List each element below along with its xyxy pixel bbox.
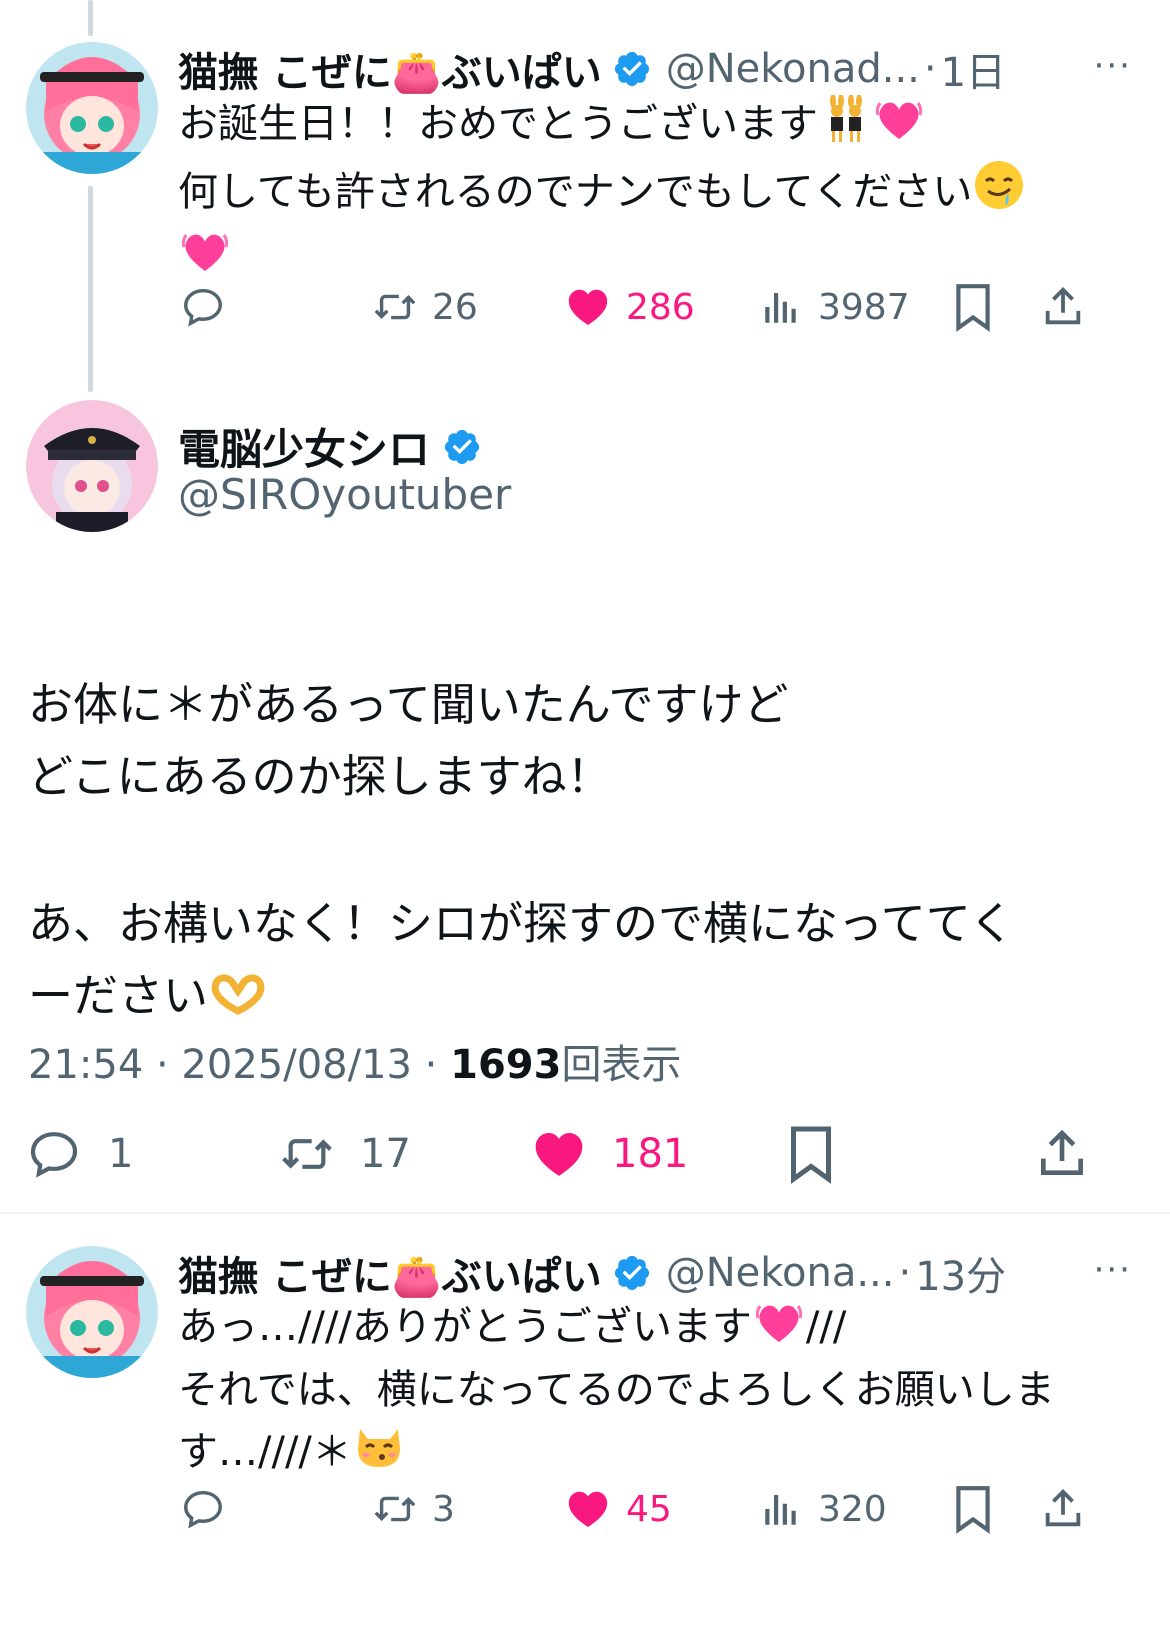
bookmark-icon xyxy=(956,1486,990,1534)
reply1-line2: 何しても許されるのでナンでもしてください xyxy=(178,169,973,215)
repost-icon xyxy=(374,1496,416,1522)
reply1-more-button[interactable]: ··· xyxy=(1094,46,1132,86)
bunny-dancers-emoji-icon xyxy=(818,94,872,159)
heart-filled-icon xyxy=(568,1491,608,1528)
reply1-handle[interactable]: @Nekonad... xyxy=(666,46,920,92)
heart-filled-icon xyxy=(568,289,608,326)
avatar-nekonade[interactable] xyxy=(26,42,158,174)
reply2-line2: それでは、横になってるのでよろしくお願いしま xyxy=(178,1367,1055,1413)
reply1-text: お誕生日！！おめでとうございます 何しても許されるのでナンでもしてください xyxy=(178,94,1138,291)
avatar-nekonade-2[interactable] xyxy=(26,1246,158,1378)
reply2-display-name[interactable]: 猫撫 こぜに👛ぶいぱい xyxy=(178,1244,602,1302)
reply2-time[interactable]: 13分 xyxy=(915,1244,1006,1302)
main-repost-count: 17 xyxy=(360,1131,411,1177)
reply1-repost-button[interactable]: 26 xyxy=(370,284,478,330)
reply1-like-button[interactable]: 286 xyxy=(564,284,695,330)
views-chart-icon xyxy=(765,293,796,323)
reply2-like-count: 45 xyxy=(626,1488,672,1530)
main-line3: あ、お構いなく！シロが探すので横になっててく xyxy=(28,897,1015,950)
repost-icon xyxy=(374,294,416,320)
main-reply-button[interactable]: 1 xyxy=(26,1126,133,1182)
heart-filled-icon xyxy=(535,1133,583,1176)
avatar-siro[interactable] xyxy=(26,400,158,532)
reply2-views-button[interactable]: 320 xyxy=(760,1486,887,1532)
reply1-action-bar: 26 286 3987 xyxy=(0,278,1170,338)
reply2-line1b: /// xyxy=(805,1304,847,1350)
reply2-separator: · xyxy=(898,1250,912,1296)
main-display-name[interactable]: 電脳少女シロ xyxy=(178,416,482,477)
reply1-views-button[interactable]: 3987 xyxy=(760,284,910,330)
reply2-share-button[interactable] xyxy=(1040,1484,1086,1534)
main-view-count: 1693 xyxy=(450,1042,562,1088)
reply2-more-button[interactable]: ··· xyxy=(1094,1250,1132,1290)
reply2-action-bar: 3 45 320 xyxy=(0,1480,1170,1540)
growing-heart-emoji-icon xyxy=(872,95,926,159)
drooling-face-emoji-icon xyxy=(972,159,1026,227)
main-handle[interactable]: @SIROyoutuber xyxy=(178,470,511,519)
reply1-display-name[interactable]: 猫撫 こぜに👛ぶいぱい xyxy=(178,40,602,98)
main-tweet-text-2: あ、お構いなく！シロが探すので横になっててく ーださい xyxy=(28,816,1138,1038)
reply1-time[interactable]: 1日 xyxy=(941,40,1006,98)
reply-icon xyxy=(30,1132,78,1178)
main-action-bar: 1 17 181 xyxy=(0,1122,1170,1184)
verified-badge-icon xyxy=(614,51,649,87)
reply2-header: 猫撫 こぜに👛ぶいぱい @Nekona... · 13分 xyxy=(178,1244,1006,1302)
views-chart-icon xyxy=(765,1495,796,1525)
reply1-separator: · xyxy=(923,46,937,92)
main-like-button[interactable]: 181 xyxy=(530,1126,688,1182)
main-line4: ーださい xyxy=(28,969,209,1022)
reply2-line3: す…////＊ xyxy=(178,1429,352,1475)
main-repost-button[interactable]: 17 xyxy=(276,1126,411,1182)
share-icon xyxy=(1045,1489,1081,1527)
verified-badge-icon-reply2 xyxy=(614,1255,649,1291)
divider xyxy=(0,1212,1170,1214)
reply-icon xyxy=(184,288,222,327)
heart-hands-emoji-icon xyxy=(208,966,268,1038)
reply2-repost-count: 3 xyxy=(432,1488,455,1530)
reply2-view-count: 320 xyxy=(818,1488,887,1530)
main-timestamp[interactable]: 21:54 · 2025/08/13 · xyxy=(28,1042,450,1088)
reply2-line1: あっ…////ありがとうございます xyxy=(178,1304,752,1350)
share-icon xyxy=(1045,287,1081,325)
main-like-count: 181 xyxy=(612,1131,689,1177)
share-icon xyxy=(1041,1129,1083,1175)
reply1-repost-count: 26 xyxy=(432,286,478,328)
main-line1: お体に＊があるって聞いたんですけど xyxy=(28,678,789,731)
reply1-line1: お誕生日！！おめでとうございます xyxy=(178,101,818,147)
kissing-cat-emoji-icon xyxy=(352,1419,406,1487)
bookmark-icon xyxy=(956,284,990,332)
reply-icon xyxy=(184,1490,222,1529)
reply1-reply-button[interactable] xyxy=(180,284,226,330)
reply2-bookmark-button[interactable] xyxy=(952,1484,994,1534)
main-tweet-text: お体に＊があるって聞いたんですけど どこにあるのか探しますね！ xyxy=(28,597,1138,813)
reply2-repost-button[interactable]: 3 xyxy=(370,1486,455,1532)
reply1-header: 猫撫 こぜに👛ぶいぱい @Nekonad... · 1日 xyxy=(178,40,1006,98)
main-reply-count: 1 xyxy=(108,1131,134,1177)
main-name-text: 電脳少女シロ xyxy=(178,425,431,474)
main-bookmark-button[interactable] xyxy=(786,1124,836,1184)
main-share-button[interactable] xyxy=(1034,1124,1090,1184)
verified-badge-icon-main xyxy=(444,429,480,464)
thread-line-top xyxy=(88,0,93,36)
main-meta: 21:54 · 2025/08/13 · 1693回表示 xyxy=(28,1032,681,1090)
reply2-reply-button[interactable] xyxy=(180,1486,226,1532)
growing-heart-emoji-icon-3 xyxy=(752,1298,806,1362)
reply2-text: あっ…////ありがとうございます /// それでは、横になってるのでよろしくお願… xyxy=(178,1298,1138,1487)
reply1-like-count: 286 xyxy=(626,286,695,328)
repost-icon xyxy=(282,1139,332,1169)
reply1-bookmark-button[interactable] xyxy=(952,282,994,332)
main-view-label: 回表示 xyxy=(561,1042,682,1088)
reply2-like-button[interactable]: 45 xyxy=(564,1486,672,1532)
reply1-share-button[interactable] xyxy=(1040,282,1086,332)
main-line2: どこにあるのか探しますね！ xyxy=(28,750,612,803)
reply1-view-count: 3987 xyxy=(818,286,910,328)
bookmark-icon xyxy=(791,1126,831,1184)
reply2-handle[interactable]: @Nekona... xyxy=(666,1250,895,1296)
